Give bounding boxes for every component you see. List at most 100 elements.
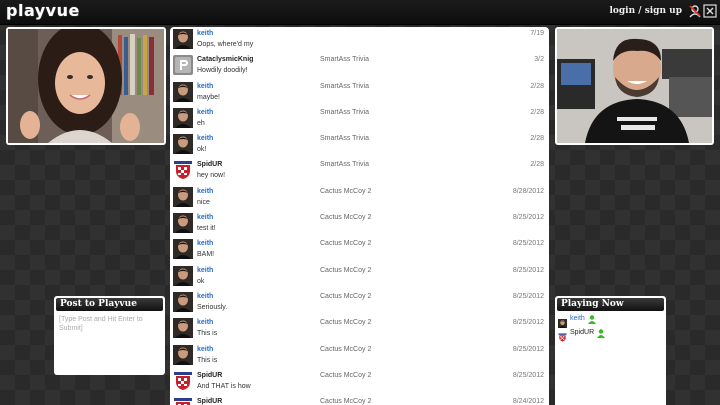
user-avatar[interactable]: [173, 134, 193, 155]
feed-item[interactable]: CataclysmicKnig Howdily doodily! SmartAss …: [170, 53, 549, 79]
user-avatar[interactable]: [173, 160, 193, 181]
feed-item[interactable]: SpidUR hey now! SmartAss Trivia 2/28: [170, 158, 549, 184]
user-avatar[interactable]: [173, 213, 193, 234]
player-item[interactable]: SpidUR: [555, 327, 666, 342]
feed-message: And THAT is how: [197, 382, 251, 390]
feed-item[interactable]: keith This is Cactus McCoy 2 8/25/2012: [170, 343, 549, 369]
feed-game[interactable]: Cactus McCoy 2: [320, 346, 371, 353]
user-avatar[interactable]: [173, 81, 193, 102]
left-video-feed[interactable]: [6, 27, 166, 145]
user-avatar[interactable]: [173, 239, 193, 260]
feed-username[interactable]: keith: [197, 30, 213, 37]
feed-game[interactable]: Cactus McCoy 2: [320, 267, 371, 274]
feed-game[interactable]: SmartAss Trivia: [320, 56, 369, 63]
feed-date: 8/25/2012: [512, 240, 544, 248]
feed-message: nice: [197, 198, 210, 206]
feed-item[interactable]: SpidUR And THAT is how Cactus McCoy 2 8/25/…: [170, 369, 549, 395]
feed-username[interactable]: SpidUR: [197, 398, 222, 405]
feed-username[interactable]: keith: [197, 109, 213, 116]
feed-game[interactable]: Cactus McCoy 2: [320, 398, 371, 405]
feed-message: Howdily doodily!: [197, 67, 248, 75]
feed-date: 8/25/2012: [512, 319, 544, 327]
feed-game[interactable]: SmartAss Trivia: [320, 83, 369, 90]
feed-date: 2/28: [530, 135, 544, 143]
feed-date: 7/19: [530, 30, 544, 37]
user-avatar[interactable]: [173, 344, 193, 365]
feed-date: 2/28: [530, 108, 544, 116]
feed-item[interactable]: keith ok! SmartAss Trivia 2/28: [170, 132, 549, 158]
feed-game[interactable]: SmartAss Trivia: [320, 135, 369, 142]
feed-message: eh: [197, 119, 205, 127]
user-avatar[interactable]: [173, 397, 193, 405]
user-avatar[interactable]: [173, 29, 193, 49]
feed-item[interactable]: keith Seriously. Cactus McCoy 2 8/25/2012: [170, 290, 549, 316]
player-name[interactable]: keith: [570, 315, 585, 322]
player-item[interactable]: keith: [555, 313, 666, 328]
user-avatar[interactable]: [173, 55, 193, 76]
feed-username[interactable]: CataclysmicKnig: [197, 56, 253, 63]
user-avatar[interactable]: [173, 107, 193, 128]
feed-message: test it!: [197, 225, 216, 233]
feed-username[interactable]: keith: [197, 240, 213, 247]
user-avatar[interactable]: [173, 318, 193, 339]
player-status-icon: [588, 315, 596, 324]
feed-username[interactable]: keith: [197, 346, 213, 353]
feed-item[interactable]: keith nice Cactus McCoy 2 8/28/2012: [170, 185, 549, 211]
feed-item[interactable]: SpidUR Cactus McCoy 2 8/24/2012: [170, 395, 549, 405]
feed-game[interactable]: Cactus McCoy 2: [320, 372, 371, 379]
feed-date: 8/28/2012: [512, 187, 544, 195]
player-status-icon: [597, 329, 605, 338]
feed-username[interactable]: SpidUR: [197, 372, 222, 379]
feed-game[interactable]: Cactus McCoy 2: [320, 319, 371, 326]
feed-username[interactable]: keith: [197, 214, 213, 221]
feed-game[interactable]: Cactus McCoy 2: [320, 214, 371, 221]
feed-date: 2/28: [530, 82, 544, 90]
feed-username[interactable]: keith: [197, 188, 213, 195]
user-avatar[interactable]: [173, 291, 193, 312]
feed-message: This is: [197, 356, 218, 364]
feed-username[interactable]: SpidUR: [197, 161, 222, 168]
feed-item[interactable]: keith maybe! SmartAss Trivia 2/28: [170, 80, 549, 106]
feed-date: 8/25/2012: [512, 214, 544, 222]
activity-feed[interactable]: keith Oops, where'd my 7/19 CataclysmicKnig…: [170, 27, 549, 405]
feed-username[interactable]: keith: [197, 267, 213, 274]
user-avatar[interactable]: [173, 370, 193, 391]
feed-item[interactable]: keith test it! Cactus McCoy 2 8/25/2012: [170, 211, 549, 237]
feed-username[interactable]: keith: [197, 135, 213, 142]
feed-username[interactable]: keith: [197, 83, 213, 90]
feed-date: 8/25/2012: [512, 292, 544, 300]
feed-game[interactable]: Cactus McCoy 2: [320, 240, 371, 247]
player-avatar: [558, 329, 567, 342]
right-video-feed[interactable]: [555, 27, 714, 145]
user-alert-icon[interactable]: [688, 4, 702, 18]
player-name[interactable]: SpidUR: [570, 329, 594, 336]
feed-message: ok!: [197, 146, 207, 154]
feed-item[interactable]: keith eh SmartAss Trivia 2/28: [170, 106, 549, 132]
feed-date: 2/28: [530, 161, 544, 169]
post-input[interactable]: [Type Post and Hit Enter to Submit]: [59, 315, 160, 333]
players-list: keith SpidUR: [555, 313, 666, 342]
feed-date: 8/25/2012: [512, 345, 544, 353]
feed-username[interactable]: keith: [197, 319, 213, 326]
feed-item[interactable]: keith This is Cactus McCoy 2 8/25/2012: [170, 316, 549, 342]
feed-message: hey now!: [197, 172, 226, 180]
feed-game[interactable]: SmartAss Trivia: [320, 161, 369, 168]
webcam-video: [557, 29, 712, 143]
feed-item[interactable]: keith BAM! Cactus McCoy 2 8/25/2012: [170, 237, 549, 263]
feed-message: Seriously.: [197, 303, 228, 311]
feed-item[interactable]: keith Oops, where'd my 7/19: [170, 27, 549, 53]
login-signup-link[interactable]: login / sign up: [609, 6, 682, 16]
feed-item[interactable]: keith ok Cactus McCoy 2 8/25/2012: [170, 264, 549, 290]
feed-game[interactable]: Cactus McCoy 2: [320, 293, 371, 300]
feed-message: This is: [197, 330, 218, 338]
feed-date: 3/2: [534, 56, 544, 64]
feed-username[interactable]: keith: [197, 293, 213, 300]
feed-game[interactable]: Cactus McCoy 2: [320, 188, 371, 195]
feed-game[interactable]: SmartAss Trivia: [320, 109, 369, 116]
post-panel: Post to Playvue [Type Post and Hit Enter…: [54, 296, 165, 375]
user-avatar[interactable]: [173, 265, 193, 286]
close-icon[interactable]: [703, 4, 717, 18]
feed-date: 8/25/2012: [512, 266, 544, 274]
playvue-logo[interactable]: playvue: [6, 1, 80, 20]
user-avatar[interactable]: [173, 186, 193, 207]
